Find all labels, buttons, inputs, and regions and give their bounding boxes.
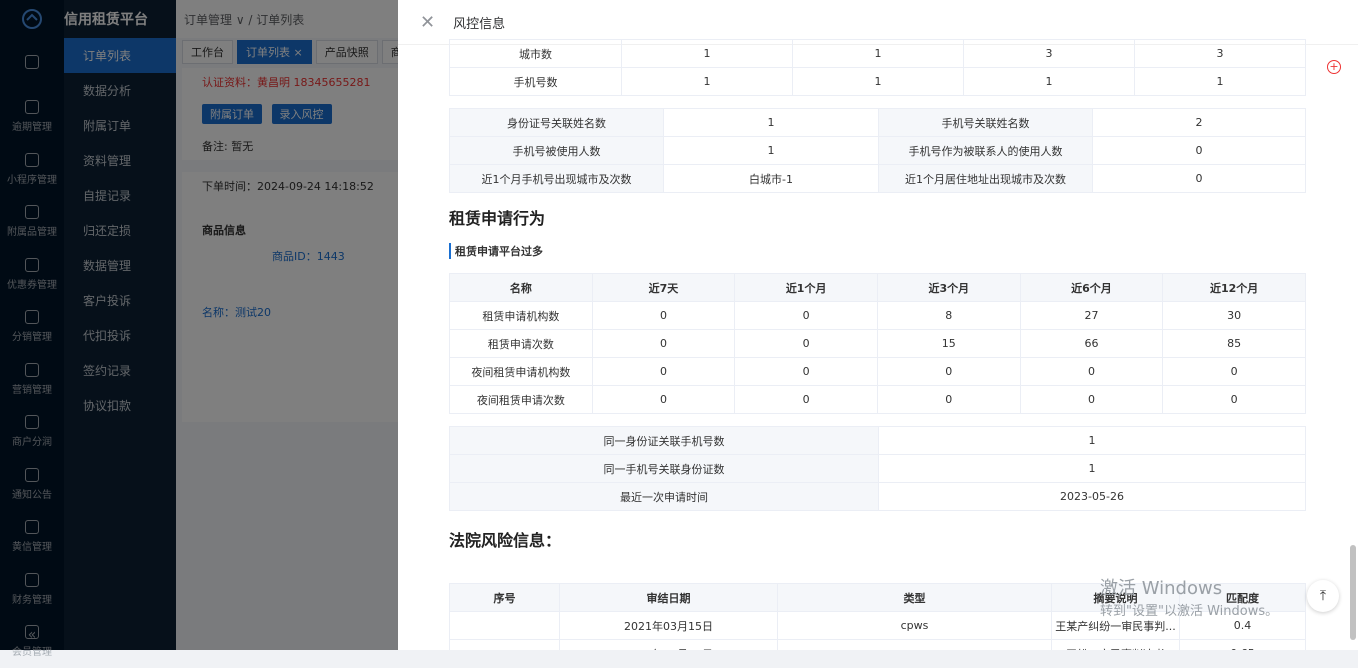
section-title-apply: 租赁申请行为 [449, 197, 1306, 237]
table-cell: 手机号被使用人数 [450, 137, 664, 165]
column-header: 近1个月 [735, 274, 878, 302]
table-cell: 租赁申请机构数 [450, 302, 593, 330]
table-row: 2019年07月25日cpws王纷二审民事判决书0.65 [450, 640, 1306, 651]
table-cell: 夜间租赁申请机构数 [450, 358, 593, 386]
table-cell: 0 [1093, 165, 1306, 193]
table-cell: 夜间租赁申请次数 [450, 386, 593, 414]
section-title-court: 法院风险信息： [449, 519, 1306, 559]
table-cell: 8 [877, 302, 1020, 330]
table-cell: 1 [664, 137, 879, 165]
table-cell: 0 [1020, 386, 1163, 414]
table-row: 同一手机号关联身份证数1 [450, 455, 1306, 483]
table-cell: 0 [877, 358, 1020, 386]
table-cell: 0 [735, 386, 878, 414]
table-cell: 30 [1163, 302, 1306, 330]
add-icon[interactable]: + [1327, 60, 1341, 74]
table-cell: 2 [1093, 109, 1306, 137]
table-row: 最近一次申请时间2023-05-26 [450, 483, 1306, 511]
column-header: 近6个月 [1020, 274, 1163, 302]
table-row: 租赁申请次数00156685 [450, 330, 1306, 358]
same-table: 同一身份证关联手机号数1同一手机号关联身份证数1最近一次申请时间2023-05-… [449, 426, 1306, 511]
column-header: 近12个月 [1163, 274, 1306, 302]
table-cell: 0 [735, 302, 878, 330]
table-cell: 2023-05-26 [879, 483, 1306, 511]
table-cell: 0.65 [1180, 640, 1306, 651]
table-cell: 0 [1020, 358, 1163, 386]
table-row: 身份证号关联姓名数1手机号关联姓名数2 [450, 109, 1306, 137]
back-to-top-icon[interactable]: ⤒ [1307, 580, 1339, 612]
table-cell: 0 [877, 386, 1020, 414]
table-cell: 城市数 [450, 40, 622, 68]
table-cell: 1 [622, 68, 793, 96]
table-cell: cpws [778, 612, 1052, 640]
table-cell: 1 [1135, 68, 1306, 96]
table-cell: 手机号作为被联系人的使用人数 [879, 137, 1093, 165]
column-header: 近3个月 [877, 274, 1020, 302]
table-cell: 同一身份证关联手机号数 [450, 427, 879, 455]
table-cell: 27 [1020, 302, 1163, 330]
sub-title-apply: 租赁申请平台过多 [449, 243, 1306, 259]
table-row: 同一身份证关联手机号数1 [450, 427, 1306, 455]
column-header: 审结日期 [560, 584, 778, 612]
table-cell: 白城市-1 [664, 165, 879, 193]
table-row: 手机号被使用人数1手机号作为被联系人的使用人数0 [450, 137, 1306, 165]
close-icon[interactable]: ✕ [420, 12, 435, 33]
drawer-title: 风控信息 [453, 13, 505, 32]
table-row: 城市数1133 [450, 40, 1306, 68]
table-cell: 2021年03月15日 [560, 612, 778, 640]
table-cell: 0 [1163, 386, 1306, 414]
table-cell: 66 [1020, 330, 1163, 358]
table-cell: 3 [964, 40, 1135, 68]
risk-drawer: ✕ 风控信息 城市数1133手机号数1111 身份证号关联姓名数1手机号关联姓名… [398, 0, 1358, 650]
table-cell: 0 [1163, 358, 1306, 386]
column-header: 近7天 [592, 274, 735, 302]
watermark-title: 激活 Windows [1100, 574, 1222, 600]
table-cell: 0 [592, 330, 735, 358]
table-cell: 手机号数 [450, 68, 622, 96]
table-cell: 身份证号关联姓名数 [450, 109, 664, 137]
table-cell: cpws [778, 640, 1052, 651]
table-row: 夜间租赁申请次数00000 [450, 386, 1306, 414]
table-cell: 3 [1135, 40, 1306, 68]
table-cell: 2019年07月25日 [560, 640, 778, 651]
table-header: 名称近7天近1个月近3个月近6个月近12个月 [450, 274, 1306, 302]
table-cell: 1 [793, 40, 964, 68]
table-row: 夜间租赁申请机构数00000 [450, 358, 1306, 386]
column-header: 序号 [450, 584, 560, 612]
watermark-text: 转到"设置"以激活 Windows。 [1100, 600, 1278, 619]
table-cell [450, 612, 560, 640]
table-cell: 租赁申请次数 [450, 330, 593, 358]
table-cell: 0 [592, 358, 735, 386]
table-cell: 近1个月居住地址出现城市及次数 [879, 165, 1093, 193]
table-cell: 王纷二审民事判决书 [1052, 640, 1180, 651]
table-row: 手机号数1111 [450, 68, 1306, 96]
table-cell: 1 [664, 109, 879, 137]
apply-table: 名称近7天近1个月近3个月近6个月近12个月租赁申请机构数0082730租赁申请… [449, 273, 1306, 414]
table-cell: 15 [877, 330, 1020, 358]
column-header: 类型 [778, 584, 1052, 612]
table-cell: 0 [592, 386, 735, 414]
table-cell: 近1个月手机号出现城市及次数 [450, 165, 664, 193]
assoc-table: 身份证号关联姓名数1手机号关联姓名数2手机号被使用人数1手机号作为被联系人的使用… [449, 108, 1306, 193]
table-cell: 1 [879, 455, 1306, 483]
table-cell: 最近一次申请时间 [450, 483, 879, 511]
table-cell: 同一手机号关联身份证数 [450, 455, 879, 483]
table-cell: 0 [1093, 137, 1306, 165]
table-row: 近1个月手机号出现城市及次数白城市-1近1个月居住地址出现城市及次数0 [450, 165, 1306, 193]
table-cell: 1 [964, 68, 1135, 96]
table-cell: 0 [735, 330, 878, 358]
table-cell: 85 [1163, 330, 1306, 358]
table-cell: 0 [592, 302, 735, 330]
scrollbar[interactable] [1350, 545, 1356, 640]
table-cell: 1 [879, 427, 1306, 455]
table-cell [450, 640, 560, 651]
table-cell: 1 [793, 68, 964, 96]
table-cell: 1 [622, 40, 793, 68]
column-header: 名称 [450, 274, 593, 302]
table-cell: 0 [735, 358, 878, 386]
table-cell: 手机号关联姓名数 [879, 109, 1093, 137]
table-row: 租赁申请机构数0082730 [450, 302, 1306, 330]
count-table: 城市数1133手机号数1111 [449, 39, 1306, 96]
